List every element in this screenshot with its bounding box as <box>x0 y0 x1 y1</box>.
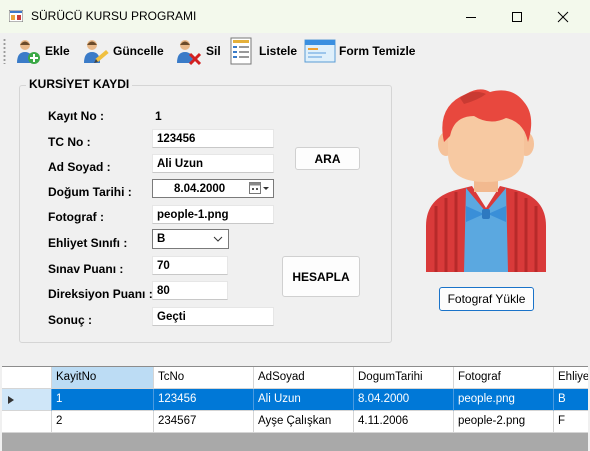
cell-fotograf[interactable]: people-2.png <box>454 411 554 433</box>
form-temizle-label: Form Temizle <box>339 44 416 58</box>
ehliyet-label: Ehliyet Sınıfı : <box>48 236 128 250</box>
kayit-no-value: 1 <box>155 109 162 123</box>
cell-dogumtarihi[interactable]: 8.04.2000 <box>354 389 454 411</box>
ekle-button[interactable]: Ekle <box>12 33 70 69</box>
edit-user-icon <box>84 40 109 63</box>
chevron-down-icon <box>213 236 223 242</box>
ad-soyad-input[interactable]: Ali Uzun <box>152 154 274 173</box>
sil-label: Sil <box>206 44 221 58</box>
cell-fotograf[interactable]: people.png <box>454 389 554 411</box>
tc-input[interactable]: 123456 <box>152 129 274 148</box>
app-icon <box>9 10 23 22</box>
fotograf-label: Fotograf : <box>48 210 104 224</box>
column-header-tcno[interactable]: TcNo <box>154 367 254 389</box>
avatar <box>426 89 546 272</box>
kayit-no-label: Kayıt No : <box>48 109 105 123</box>
toolbar: Ekle Güncelle Sil Listele Form Temizle <box>0 33 590 69</box>
column-header-adsoyad[interactable]: AdSoyad <box>254 367 354 389</box>
row-header[interactable] <box>2 411 52 433</box>
fotograf-input[interactable]: people-1.png <box>152 205 274 224</box>
minimize-icon <box>466 16 476 18</box>
add-user-icon <box>17 40 40 64</box>
minimize-button[interactable] <box>448 0 494 33</box>
form-temizle-button[interactable]: Form Temizle <box>304 33 415 69</box>
cell-tcno[interactable]: 123456 <box>154 389 254 411</box>
listele-button[interactable]: Listele <box>228 33 297 69</box>
cell-ehliyet[interactable]: B <box>554 389 588 411</box>
ekle-label: Ekle <box>45 44 70 58</box>
listele-label: Listele <box>259 44 298 58</box>
row-header[interactable] <box>2 389 52 411</box>
column-header-fotograf[interactable]: Fotograf <box>454 367 554 389</box>
maximize-icon <box>512 11 522 22</box>
guncelle-button[interactable]: Güncelle <box>80 33 164 69</box>
maximize-button[interactable] <box>494 0 540 33</box>
sinav-input[interactable]: 70 <box>152 256 228 275</box>
close-button[interactable] <box>540 0 586 33</box>
dogum-tarihi-label: Doğum Tarihi : <box>48 185 132 199</box>
sonuc-input[interactable]: Geçti <box>152 307 274 326</box>
cell-dogumtarihi[interactable]: 4.11.2006 <box>354 411 454 433</box>
toolbar-grip[interactable] <box>3 38 6 64</box>
title-bar: SÜRÜCÜ KURSU PROGRAMI <box>0 0 590 33</box>
cell-tcno[interactable]: 234567 <box>154 411 254 433</box>
sinav-label: Sınav Puanı : <box>48 262 124 276</box>
delete-user-icon <box>177 40 202 66</box>
list-document-icon <box>230 37 252 65</box>
cell-kayitno[interactable]: 2 <box>52 411 154 433</box>
close-icon <box>557 11 569 22</box>
window-title: SÜRÜCÜ KURSU PROGRAMI <box>31 9 197 23</box>
ara-button[interactable]: ARA <box>295 147 360 170</box>
sonuc-label: Sonuç : <box>48 313 92 327</box>
clear-form-icon <box>304 39 336 63</box>
ad-soyad-label: Ad Soyad : <box>48 160 111 174</box>
column-header-kayitno[interactable]: KayitNo <box>52 367 154 389</box>
dogum-tarihi-value: 8.04.2000 <box>174 183 226 195</box>
fotograf-yukle-button[interactable]: Fotograf Yükle <box>439 287 534 311</box>
row-header-corner <box>2 367 52 389</box>
column-header-ehliyet[interactable]: Ehliyet <box>554 367 588 389</box>
cell-kayitno[interactable]: 1 <box>52 389 154 411</box>
cell-adsoyad[interactable]: Ayşe Çalışkan <box>254 411 354 433</box>
sil-button[interactable]: Sil <box>173 33 221 69</box>
tc-label: TC No : <box>48 135 91 149</box>
current-row-arrow-icon <box>8 396 14 404</box>
direksiyon-label: Direksiyon Puanı : <box>48 287 153 301</box>
cell-ehliyet[interactable]: F <box>554 411 588 433</box>
dogum-tarihi-picker[interactable]: 8.04.2000 <box>152 179 274 198</box>
calendar-dropdown-icon[interactable] <box>249 182 271 195</box>
ehliyet-select[interactable]: B <box>152 229 229 249</box>
hesapla-button[interactable]: HESAPLA <box>282 256 360 297</box>
kursiyer-grid[interactable]: KayitNo TcNo AdSoyad DogumTarihi Fotogra… <box>2 366 588 451</box>
cell-adsoyad[interactable]: Ali Uzun <box>254 389 354 411</box>
column-header-dogumtarihi[interactable]: DogumTarihi <box>354 367 454 389</box>
guncelle-label: Güncelle <box>113 44 164 58</box>
direksiyon-input[interactable]: 80 <box>152 281 228 300</box>
ehliyet-value: B <box>157 233 166 245</box>
group-title: KURSİYET KAYDI <box>26 77 133 91</box>
